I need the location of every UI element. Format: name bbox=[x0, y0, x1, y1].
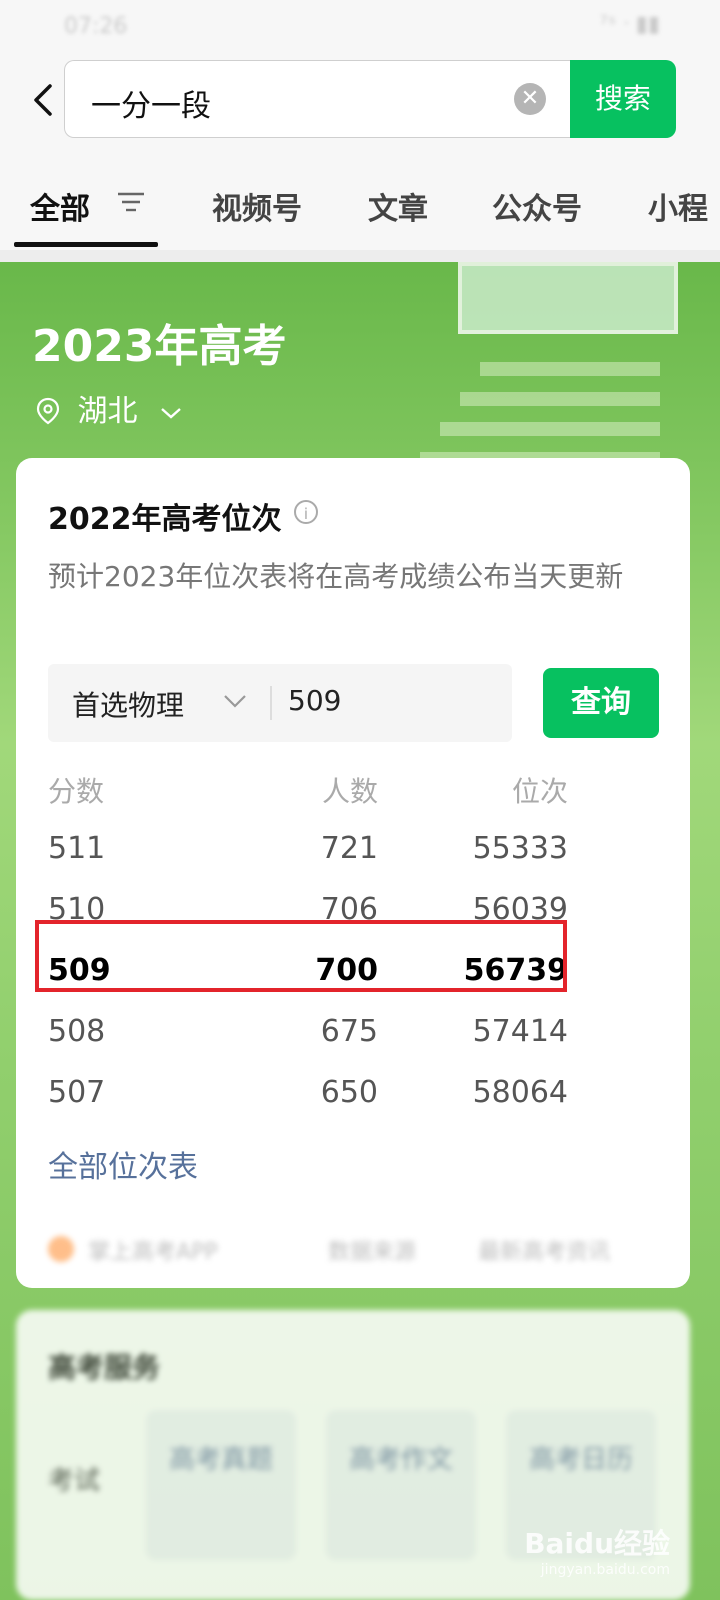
service-item[interactable]: 高考真题 bbox=[146, 1410, 296, 1560]
all-rank-table-link[interactable]: 全部位次表 bbox=[48, 1142, 198, 1186]
footer-app-link[interactable]: 掌上高考APP bbox=[88, 1234, 218, 1266]
cell-count: 721 bbox=[320, 831, 378, 866]
card-title: 2022年高考位次 bbox=[48, 502, 282, 537]
subject-select[interactable]: 首选物理 bbox=[72, 684, 184, 724]
tab-articles[interactable]: 文章 bbox=[368, 184, 428, 228]
top-bar: 07:26 ⁷ˢ ᐧ ▮▮ 一分一段 ✕ 搜索 全部 视频号 文章 公众号 小程 bbox=[0, 0, 720, 250]
header-count: 人数 bbox=[321, 775, 378, 808]
footer-source-link[interactable]: 数据来源 bbox=[328, 1234, 416, 1266]
watermark-url: jingyan.baidu.com bbox=[540, 1562, 670, 1578]
query-row: 首选物理 509 bbox=[48, 664, 512, 742]
cell-score: 507 bbox=[48, 1075, 106, 1110]
score-input[interactable]: 509 bbox=[288, 684, 341, 717]
cell-count: 650 bbox=[320, 1075, 378, 1110]
services-title: 高考服务 bbox=[48, 1351, 161, 1384]
hero-window-illustration bbox=[458, 262, 678, 334]
cell-rank: 55333 bbox=[472, 831, 568, 866]
search-query-text: 一分一段 bbox=[91, 89, 211, 124]
footer-news-link[interactable]: 最新高考资讯 bbox=[478, 1234, 610, 1266]
location-selector[interactable]: 湖北 bbox=[36, 386, 183, 430]
location-pin-icon bbox=[36, 397, 60, 425]
watermark-brand: Baidu经验 bbox=[524, 1527, 670, 1560]
tab-all[interactable]: 全部 bbox=[30, 184, 90, 228]
status-time: 07:26 bbox=[64, 14, 128, 39]
rank-card: 2022年高考位次 i 预计2023年位次表将在高考成绩公布当天更新 首选物理 … bbox=[16, 458, 690, 1288]
filter-icon[interactable] bbox=[116, 190, 146, 214]
search-button[interactable]: 搜索 bbox=[570, 60, 676, 138]
table-row: 507 650 58064 bbox=[48, 1063, 568, 1124]
baidu-watermark: Baidu经验 jingyan.baidu.com bbox=[524, 1522, 670, 1578]
highlight-annotation-box bbox=[35, 920, 567, 992]
cell-count: 675 bbox=[320, 1014, 378, 1049]
search-input[interactable]: 一分一段 ✕ bbox=[64, 60, 570, 138]
chevron-down-icon bbox=[161, 408, 181, 419]
active-tab-indicator bbox=[14, 242, 158, 247]
chevron-down-icon[interactable] bbox=[222, 688, 248, 714]
divider bbox=[270, 686, 272, 720]
clear-icon[interactable]: ✕ bbox=[514, 83, 546, 115]
info-icon[interactable]: i bbox=[294, 500, 318, 524]
rank-table: 分数 人数 位次 511 721 55333 510 706 56039 509… bbox=[35, 758, 568, 1124]
cell-score: 508 bbox=[48, 1014, 106, 1049]
result-tabs: 全部 视频号 文章 公众号 小程 bbox=[0, 170, 720, 240]
table-row: 508 675 57414 bbox=[48, 1002, 568, 1063]
table-row: 511 721 55333 bbox=[48, 819, 568, 880]
app-logo-icon bbox=[48, 1236, 74, 1262]
back-arrow-icon[interactable] bbox=[24, 80, 64, 120]
tab-official-accounts[interactable]: 公众号 bbox=[492, 184, 582, 228]
services-label: 考试 bbox=[48, 1466, 101, 1496]
tab-mini-programs[interactable]: 小程 bbox=[648, 184, 708, 228]
query-button[interactable]: 查询 bbox=[543, 668, 659, 738]
status-bar: 07:26 ⁷ˢ ᐧ ▮▮ bbox=[0, 0, 720, 50]
cell-score: 511 bbox=[48, 831, 106, 866]
header-score: 分数 bbox=[48, 775, 105, 808]
card-description: 预计2023年位次表将在高考成绩公布当天更新 bbox=[48, 560, 624, 593]
cell-rank: 57414 bbox=[472, 1014, 568, 1049]
cell-rank: 58064 bbox=[472, 1075, 568, 1110]
status-icons: ⁷ˢ ᐧ ▮▮ bbox=[599, 12, 660, 37]
card-footer: 掌上高考APP 数据来源 最新高考资讯 bbox=[48, 1228, 668, 1268]
location-label: 湖北 bbox=[77, 394, 138, 429]
tab-channels[interactable]: 视频号 bbox=[212, 184, 302, 228]
header-rank: 位次 bbox=[511, 775, 568, 808]
table-header: 分数 人数 位次 bbox=[48, 758, 568, 819]
service-item[interactable]: 高考作文 bbox=[326, 1410, 476, 1560]
hero-title: 2023年高考 bbox=[32, 321, 287, 372]
